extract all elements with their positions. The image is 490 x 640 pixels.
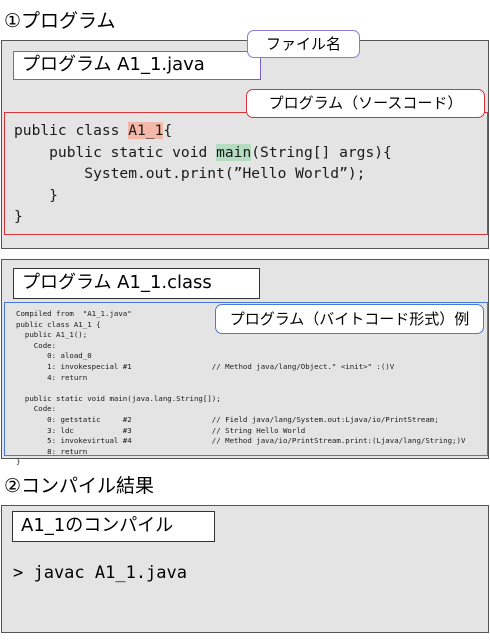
source-code-box: public class A1_1{ public static void ma… bbox=[4, 112, 488, 235]
code-line-5: } bbox=[14, 208, 23, 225]
bytecode-line: 0: aload_0 bbox=[16, 351, 92, 361]
code-line-1-a: public class bbox=[14, 122, 129, 139]
bytecode-line: Code: bbox=[16, 340, 57, 350]
code-line-4: } bbox=[14, 186, 58, 204]
file-label-class: プログラム A1_1.class bbox=[13, 268, 260, 299]
section-title-program: ①プログラム bbox=[4, 10, 116, 32]
bytecode-line: 1: invokespecial #1 // Method java/lang/… bbox=[16, 361, 395, 371]
compile-label: A1_1のコンパイル bbox=[12, 511, 215, 542]
bytecode-line: 5: invokevirtual #4 // Method java/io/Pr… bbox=[16, 436, 466, 446]
source-code: public class A1_1{ public static void ma… bbox=[14, 120, 392, 228]
bytecode-line: Code: bbox=[16, 404, 57, 414]
code-line-2-a: public static void bbox=[14, 143, 217, 161]
callout-bytecode: プログラム（バイトコード形式）例 bbox=[215, 304, 484, 334]
bytecode-line: 0: getstatic #2 // Field java/lang/Syste… bbox=[16, 414, 439, 424]
bytecode-line: } bbox=[16, 457, 21, 467]
bytecode-line: 8: return bbox=[16, 446, 88, 456]
source-panel: プログラム A1_1.java public class A1_1{ publi… bbox=[1, 40, 489, 249]
code-line-2-b: (String[] args){ bbox=[251, 143, 392, 161]
code-line-1-b: { bbox=[163, 122, 173, 139]
compile-panel: A1_1のコンパイル > javac A1_1.java bbox=[1, 505, 489, 633]
bytecode-panel: プログラム A1_1.class Compiled from "A1_1.jav… bbox=[1, 259, 489, 466]
bytecode-line: public class A1_1 { bbox=[16, 319, 101, 329]
bytecode-line: 3: ldc #3 // String Hello World bbox=[16, 425, 306, 435]
class-name-highlight: A1_1 bbox=[128, 122, 164, 139]
callout-source-code: プログラム（ソースコード） bbox=[246, 89, 485, 118]
bytecode-line: public static void main(java.lang.String… bbox=[16, 393, 221, 403]
compile-command: > javac A1_1.java bbox=[13, 563, 187, 583]
bytecode-line: 4: return bbox=[16, 372, 88, 382]
bytecode-line: public A1_1(); bbox=[16, 330, 88, 340]
code-line-3: System.out.print(”Hello World”); bbox=[14, 165, 366, 182]
bytecode-line: Compiled from "A1_1.java" bbox=[16, 309, 132, 318]
section-title-compile-result: ②コンパイル結果 bbox=[4, 475, 155, 497]
file-label-java: プログラム A1_1.java bbox=[13, 51, 261, 80]
main-method-highlight: main bbox=[216, 143, 252, 161]
callout-file-name: ファイル名 bbox=[247, 30, 360, 58]
